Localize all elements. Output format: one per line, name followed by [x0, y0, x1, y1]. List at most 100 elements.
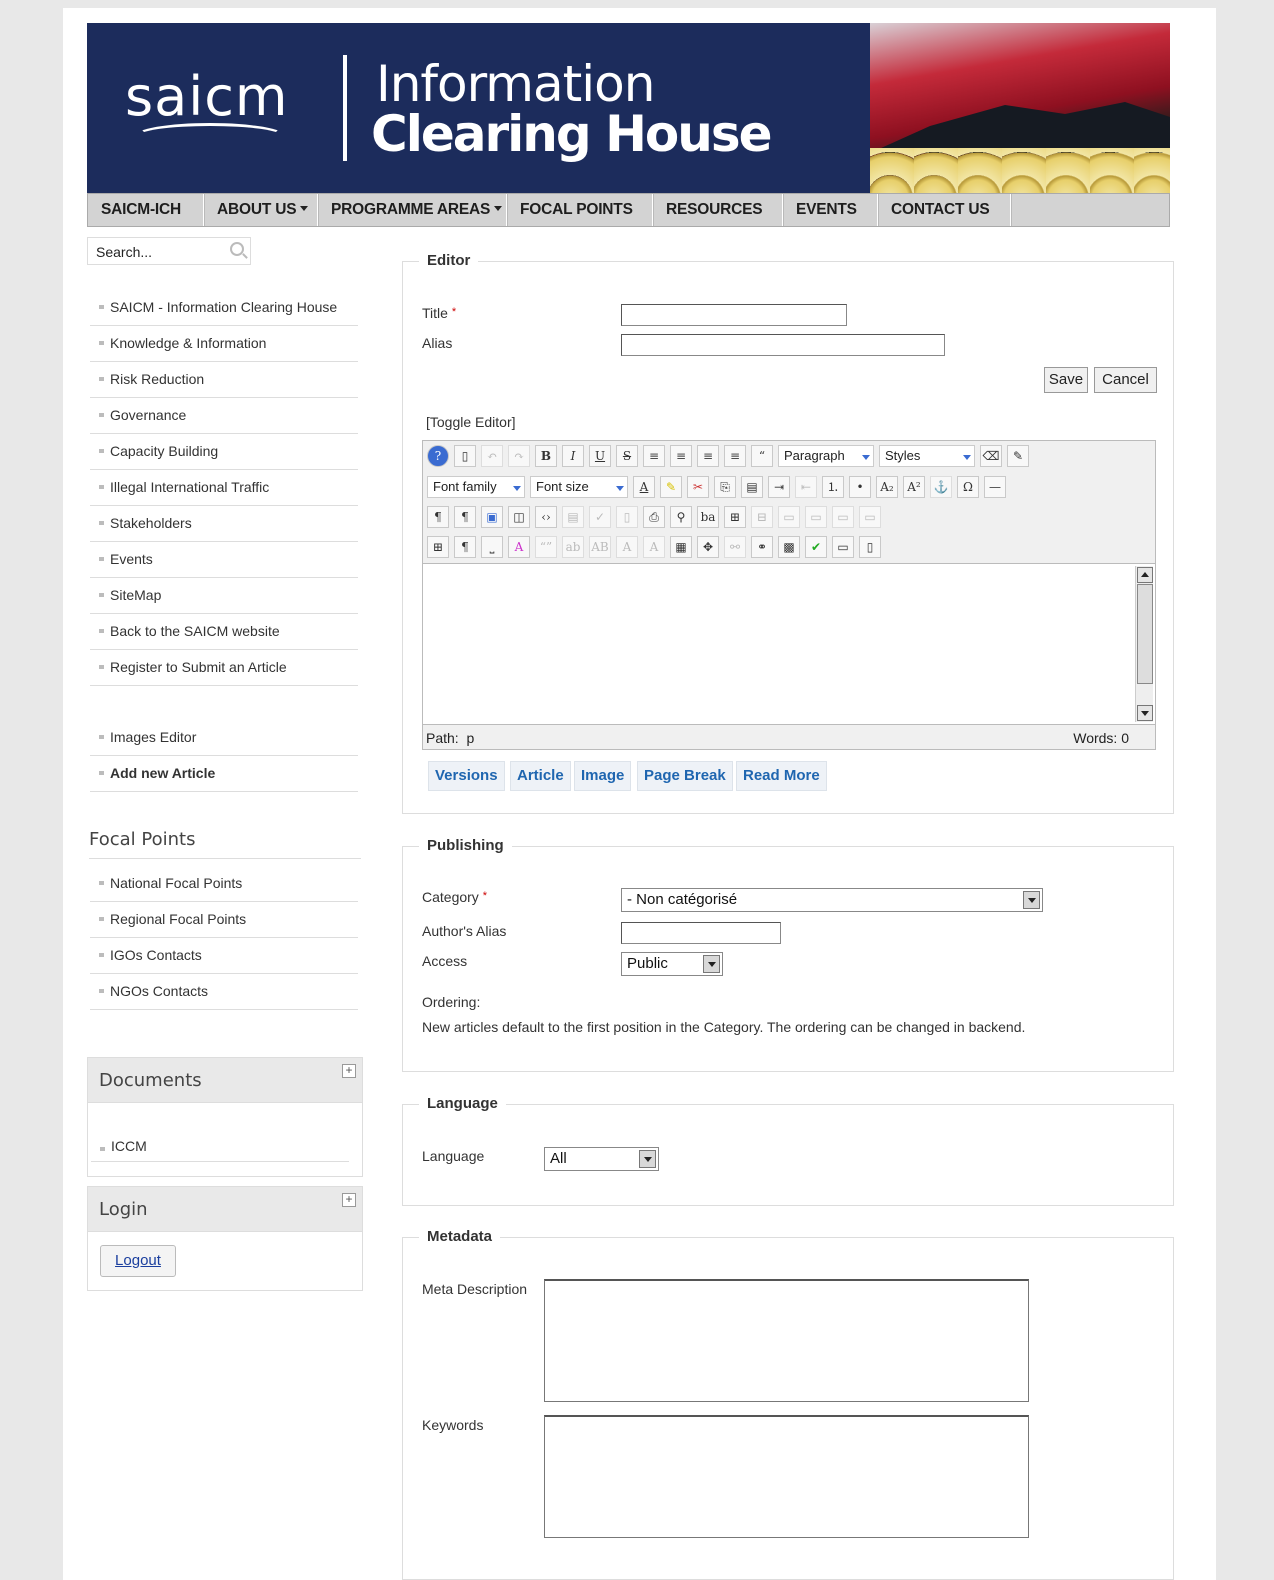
- expand-icon[interactable]: +: [342, 1193, 356, 1207]
- category-select[interactable]: - Non catégorisé: [621, 888, 1043, 912]
- undo-icon[interactable]: ↶: [481, 445, 503, 467]
- scroll-down-icon[interactable]: [1137, 705, 1153, 721]
- image-button[interactable]: Image: [574, 761, 632, 791]
- readmore-icon[interactable]: ▯: [859, 536, 881, 558]
- scroll-thumb[interactable]: [1137, 584, 1153, 684]
- nav-saicm-ich[interactable]: SAICM-ICH: [88, 194, 204, 226]
- spellcheck-abc-icon[interactable]: ✔: [805, 536, 827, 558]
- eraser-icon[interactable]: ⌫: [980, 445, 1002, 467]
- italic-icon[interactable]: I: [562, 445, 584, 467]
- rtl-icon[interactable]: ¶: [454, 506, 476, 528]
- article-button[interactable]: Article: [510, 761, 571, 791]
- source-code-icon[interactable]: ‹›: [535, 506, 557, 528]
- sidebar-item[interactable]: Events: [90, 542, 358, 578]
- sidebar-item[interactable]: SiteMap: [90, 578, 358, 614]
- outdent-icon[interactable]: ⇤: [795, 476, 817, 498]
- align-right-icon[interactable]: ≡: [697, 445, 719, 467]
- replace-icon[interactable]: ba: [697, 506, 719, 528]
- align-left-icon[interactable]: ≡: [643, 445, 665, 467]
- image-icon[interactable]: ▩: [778, 536, 800, 558]
- redo-icon[interactable]: ↷: [508, 445, 530, 467]
- read-more-button[interactable]: Read More: [736, 761, 827, 791]
- superscript-icon[interactable]: A²: [903, 476, 925, 498]
- meta-description-textarea[interactable]: [544, 1279, 1029, 1402]
- style-props-icon[interactable]: A: [508, 536, 530, 558]
- pagebreak-icon[interactable]: ▭: [832, 536, 854, 558]
- sidebar-item[interactable]: Capacity Building: [90, 434, 358, 470]
- sidebar-item[interactable]: Register to Submit an Article: [90, 650, 358, 686]
- attributes-icon[interactable]: ▦: [670, 536, 692, 558]
- nav-resources[interactable]: RESOURCES: [653, 194, 783, 226]
- cut-icon[interactable]: ✂: [687, 476, 709, 498]
- authors-alias-input[interactable]: [621, 922, 781, 944]
- visual-aid-icon[interactable]: ⊞: [427, 536, 449, 558]
- show-blocks-icon[interactable]: ¶: [454, 536, 476, 558]
- sidebar-item[interactable]: Back to the SAICM website: [90, 614, 358, 650]
- alias-input[interactable]: [621, 334, 945, 356]
- non-breaking-icon[interactable]: ⎵: [481, 536, 503, 558]
- sidebar-item[interactable]: Governance: [90, 398, 358, 434]
- bold-icon[interactable]: B: [535, 445, 557, 467]
- unlink-icon[interactable]: ⚯: [724, 536, 746, 558]
- layer-icon[interactable]: ✥: [697, 536, 719, 558]
- sidebar-item[interactable]: Stakeholders: [90, 506, 358, 542]
- text-color-icon[interactable]: A: [633, 476, 655, 498]
- numbered-list-icon[interactable]: ⒈: [822, 476, 844, 498]
- find-icon[interactable]: ⚲: [670, 506, 692, 528]
- font-size-select[interactable]: Font size: [530, 476, 628, 498]
- page-break-button[interactable]: Page Break: [637, 761, 733, 791]
- nav-events[interactable]: EVENTS: [783, 194, 878, 226]
- strikethrough-icon[interactable]: S: [616, 445, 638, 467]
- horizontal-rule-icon[interactable]: —: [984, 476, 1006, 498]
- expand-icon[interactable]: +: [342, 1064, 356, 1078]
- paragraph-select[interactable]: Paragraph: [778, 445, 874, 467]
- spellcheck-icon[interactable]: ✓: [589, 506, 611, 528]
- ins-icon[interactable]: A: [643, 536, 665, 558]
- keywords-textarea[interactable]: [544, 1415, 1029, 1538]
- nav-about-us[interactable]: ABOUT US: [204, 194, 318, 226]
- scroll-up-icon[interactable]: [1137, 567, 1153, 583]
- document-item[interactable]: ICCM: [91, 1132, 349, 1162]
- sidebar-item[interactable]: Illegal International Traffic: [90, 470, 358, 506]
- nav-programme-areas[interactable]: PROGRAMME AREAS: [318, 194, 507, 226]
- highlight-icon[interactable]: ✎: [660, 476, 682, 498]
- preview-icon[interactable]: ◫: [508, 506, 530, 528]
- indent-icon[interactable]: ⇥: [768, 476, 790, 498]
- align-center-icon[interactable]: ≡: [670, 445, 692, 467]
- focal-point-item[interactable]: IGOs Contacts: [90, 938, 358, 974]
- abbr-icon[interactable]: ab: [562, 536, 584, 558]
- subscript-icon[interactable]: A₂: [876, 476, 898, 498]
- blockquote-icon[interactable]: “: [751, 445, 773, 467]
- save-button[interactable]: Save: [1044, 367, 1088, 393]
- underline-icon[interactable]: U: [589, 445, 611, 467]
- styles-select[interactable]: Styles: [879, 445, 975, 467]
- search-input[interactable]: Search...: [87, 237, 251, 265]
- special-char-icon[interactable]: Ω: [957, 476, 979, 498]
- new-document-icon[interactable]: ▯: [454, 445, 476, 467]
- search-icon[interactable]: [230, 242, 244, 256]
- bullet-list-icon[interactable]: •: [849, 476, 871, 498]
- copy-icon[interactable]: ⎘: [714, 476, 736, 498]
- ltr-icon[interactable]: ¶: [427, 506, 449, 528]
- cleanup-icon[interactable]: ✎: [1007, 445, 1029, 467]
- del-icon[interactable]: A: [616, 536, 638, 558]
- template-icon[interactable]: ▤: [562, 506, 584, 528]
- print-icon[interactable]: ⎙: [643, 506, 665, 528]
- language-select[interactable]: All: [544, 1147, 659, 1171]
- table-icon[interactable]: ⊞: [724, 506, 746, 528]
- focal-point-item[interactable]: NGOs Contacts: [90, 974, 358, 1010]
- nav-focal-points[interactable]: FOCAL POINTS: [507, 194, 653, 226]
- saicm-logo[interactable]: saicm: [125, 65, 289, 128]
- focal-point-item[interactable]: Regional Focal Points: [90, 902, 358, 938]
- cell-props-icon[interactable]: ▭: [805, 506, 827, 528]
- delete-table-icon[interactable]: ⊟: [751, 506, 773, 528]
- paste-icon[interactable]: ▤: [741, 476, 763, 498]
- fullscreen-icon[interactable]: ▣: [481, 506, 503, 528]
- focal-point-item[interactable]: National Focal Points: [90, 866, 358, 902]
- insert-row-icon[interactable]: ▭: [832, 506, 854, 528]
- align-justify-icon[interactable]: ≡: [724, 445, 746, 467]
- nav-contact-us[interactable]: CONTACT US: [878, 194, 1011, 226]
- editor-scrollbar[interactable]: [1135, 566, 1153, 722]
- delete-row-icon[interactable]: ▭: [859, 506, 881, 528]
- versions-button[interactable]: Versions: [428, 761, 505, 791]
